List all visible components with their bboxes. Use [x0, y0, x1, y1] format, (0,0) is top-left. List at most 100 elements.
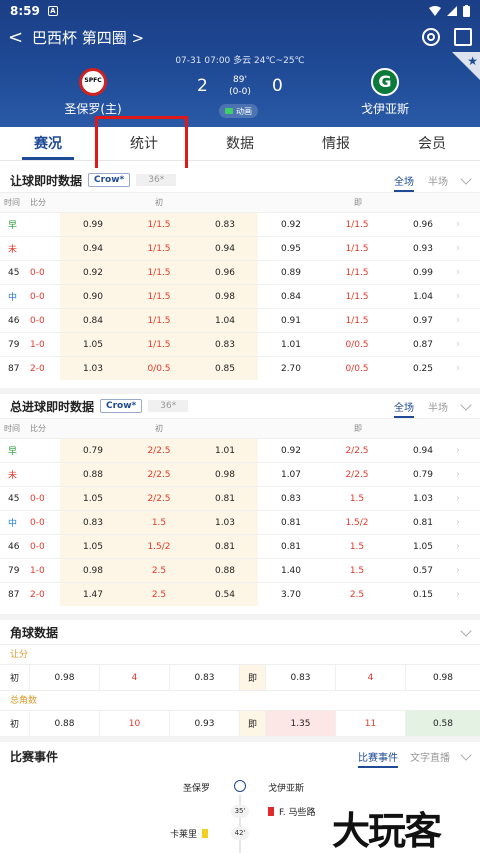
odds-value: 0.83 — [266, 665, 336, 690]
handicap-company-crow[interactable]: Crow* — [88, 173, 131, 187]
early-home-odds: 0.84 — [60, 309, 126, 332]
corners-handicap-label: 让分 — [0, 644, 480, 664]
odds-row[interactable]: 87 2-0 1.03 0/0.5 0.85 2.70 0/0.5 0.25 › — [0, 356, 480, 380]
odds-value: 0.83 — [170, 665, 240, 690]
corners-total-row[interactable]: 初 0.88 10 0.93 即 1.35 11 0.58 — [0, 710, 480, 736]
red-card-icon — [268, 807, 274, 816]
live-home-odds: 0.84 — [280, 291, 302, 302]
chevron-right-icon[interactable]: › — [456, 267, 468, 278]
odds-row[interactable]: 79 1-0 1.05 1/1.5 0.83 1.01 0/0.5 0.87 › — [0, 332, 480, 356]
main-tabs: 赛况 统计 数据 情报 会员 — [0, 127, 480, 161]
early-line: 2/2.5 — [126, 463, 192, 486]
early-away-odds: 0.98 — [192, 285, 258, 308]
live-away-odds: 0.15 — [412, 589, 434, 600]
event-minute: 42' — [231, 827, 249, 840]
chevron-right-icon[interactable]: › — [456, 589, 468, 600]
live-away-odds: 0.99 — [412, 267, 434, 278]
home-logo — [79, 68, 107, 96]
live-home-odds: 1.40 — [280, 565, 302, 576]
share-icon[interactable] — [454, 28, 472, 46]
odds-row[interactable]: 79 1-0 0.98 2.5 0.88 1.40 1.5 0.57 › — [0, 558, 480, 582]
chevron-down-icon[interactable] — [460, 624, 472, 637]
odds-value: 0.98 — [30, 665, 100, 690]
chevron-right-icon[interactable]: › — [456, 565, 468, 576]
live-away-odds: 1.04 — [412, 291, 434, 302]
early-away-odds: 0.83 — [192, 213, 258, 236]
early-away-odds: 0.88 — [192, 559, 258, 582]
line-value: 4 — [100, 665, 170, 690]
early-home-odds: 0.98 — [60, 559, 126, 582]
event-player: F. 马些路 — [279, 808, 316, 818]
odds-row[interactable]: 中 0-0 0.83 1.5 1.03 0.81 1.5/2 0.81 › — [0, 510, 480, 534]
odds-row[interactable]: 45 0-0 0.92 1/1.5 0.96 0.89 1/1.5 0.99 › — [0, 260, 480, 284]
animation-label: 动画 — [236, 106, 252, 116]
odds-row[interactable]: 早 0.79 2/2.5 1.01 0.92 2/2.5 0.94 › — [0, 438, 480, 462]
early-away-odds: 0.85 — [192, 357, 258, 380]
chevron-right-icon[interactable]: › — [456, 315, 468, 326]
chevron-right-icon[interactable]: › — [456, 363, 468, 374]
odds-row[interactable]: 45 0-0 1.05 2/2.5 0.81 0.83 1.5 1.03 › — [0, 486, 480, 510]
animation-icon — [225, 108, 233, 114]
odds-row[interactable]: 早 0.99 1/1.5 0.83 0.92 1/1.5 0.96 › — [0, 212, 480, 236]
event-player: 卡莱里 — [170, 830, 198, 840]
tab-data[interactable]: 数据 — [192, 127, 288, 160]
favorite-star-icon[interactable]: ★ — [452, 52, 480, 80]
home-team[interactable]: 圣保罗(主) — [48, 68, 138, 117]
chevron-down-icon[interactable] — [460, 172, 472, 185]
tab-text-live[interactable]: 文字直播 — [410, 749, 450, 764]
odds-row[interactable]: 未 0.94 1/1.5 0.94 0.95 1/1.5 0.93 › — [0, 236, 480, 260]
corners-handicap-row[interactable]: 初 0.98 4 0.83 即 0.83 4 0.98 — [0, 664, 480, 690]
chevron-right-icon[interactable]: › — [456, 517, 468, 528]
chevron-right-icon[interactable]: › — [456, 219, 468, 230]
handicap-company-36[interactable]: 36* — [136, 174, 177, 186]
tab-member[interactable]: 会员 — [384, 127, 480, 160]
chevron-right-icon[interactable]: › — [456, 445, 468, 456]
early-line: 2.5 — [126, 559, 192, 582]
away-team[interactable]: G 戈伊亚斯 — [340, 68, 430, 117]
odds-row[interactable]: 46 0-0 0.84 1/1.5 1.04 0.91 1/1.5 0.97 › — [0, 308, 480, 332]
handicap-full-tab[interactable]: 全场 — [394, 173, 414, 192]
target-icon[interactable] — [422, 28, 440, 46]
totals-half-tab[interactable]: 半场 — [428, 399, 448, 414]
chevron-down-icon[interactable] — [460, 748, 472, 761]
row-score: 0-0 — [30, 267, 45, 278]
early-away-odds: 0.94 — [192, 237, 258, 260]
tab-match-events[interactable]: 比赛事件 — [358, 749, 398, 768]
chevron-right-icon[interactable]: › — [456, 541, 468, 552]
tab-intel[interactable]: 情报 — [288, 127, 384, 160]
live-line: 0/0.5 — [345, 363, 369, 374]
chevron-right-icon[interactable]: › — [456, 243, 468, 254]
tab-live[interactable]: 赛况 — [0, 127, 96, 160]
chevron-right-icon[interactable]: › — [456, 291, 468, 302]
totals-company-36[interactable]: 36* — [148, 400, 189, 412]
chevron-right-icon[interactable]: › — [456, 339, 468, 350]
odds-row[interactable]: 中 0-0 0.90 1/1.5 0.98 0.84 1/1.5 1.04 › — [0, 284, 480, 308]
row-time: 中 — [8, 293, 18, 303]
live-away-odds: 0.94 — [412, 445, 434, 456]
live-away-odds: 1.03 — [412, 493, 434, 504]
live-line: 2.5 — [349, 589, 365, 600]
competition-title[interactable]: 巴西杯 第四圈 > — [32, 27, 144, 48]
highlight-box — [95, 116, 188, 172]
live-line: 0/0.5 — [345, 339, 369, 350]
chevron-right-icon[interactable]: › — [456, 493, 468, 504]
chevron-right-icon[interactable]: › — [456, 469, 468, 480]
totals-company-crow[interactable]: Crow* — [100, 399, 143, 413]
col-score: 比分 — [30, 198, 46, 207]
row-score: 0-0 — [30, 517, 45, 528]
early-line: 0/0.5 — [126, 357, 192, 380]
early-home-odds: 0.88 — [60, 463, 126, 486]
odds-row[interactable]: 未 0.88 2/2.5 0.98 1.07 2/2.5 0.79 › — [0, 462, 480, 486]
animation-button[interactable]: 动画 — [219, 104, 258, 118]
handicap-half-tab[interactable]: 半场 — [428, 173, 448, 188]
chevron-down-icon[interactable] — [460, 398, 472, 411]
odds-row[interactable]: 87 2-0 1.47 2.5 0.54 3.70 2.5 0.15 › — [0, 582, 480, 606]
back-button[interactable]: < — [8, 27, 28, 48]
totals-full-tab[interactable]: 全场 — [394, 399, 414, 418]
live-home-odds: 0.81 — [280, 541, 302, 552]
odds-row[interactable]: 46 0-0 1.05 1.5/2 0.81 0.81 1.5 1.05 › — [0, 534, 480, 558]
odds-value: 0.58 — [406, 711, 480, 736]
live-away-odds: 0.79 — [412, 469, 434, 480]
early-home-odds: 1.05 — [60, 333, 126, 356]
early-line: 2.5 — [126, 583, 192, 606]
